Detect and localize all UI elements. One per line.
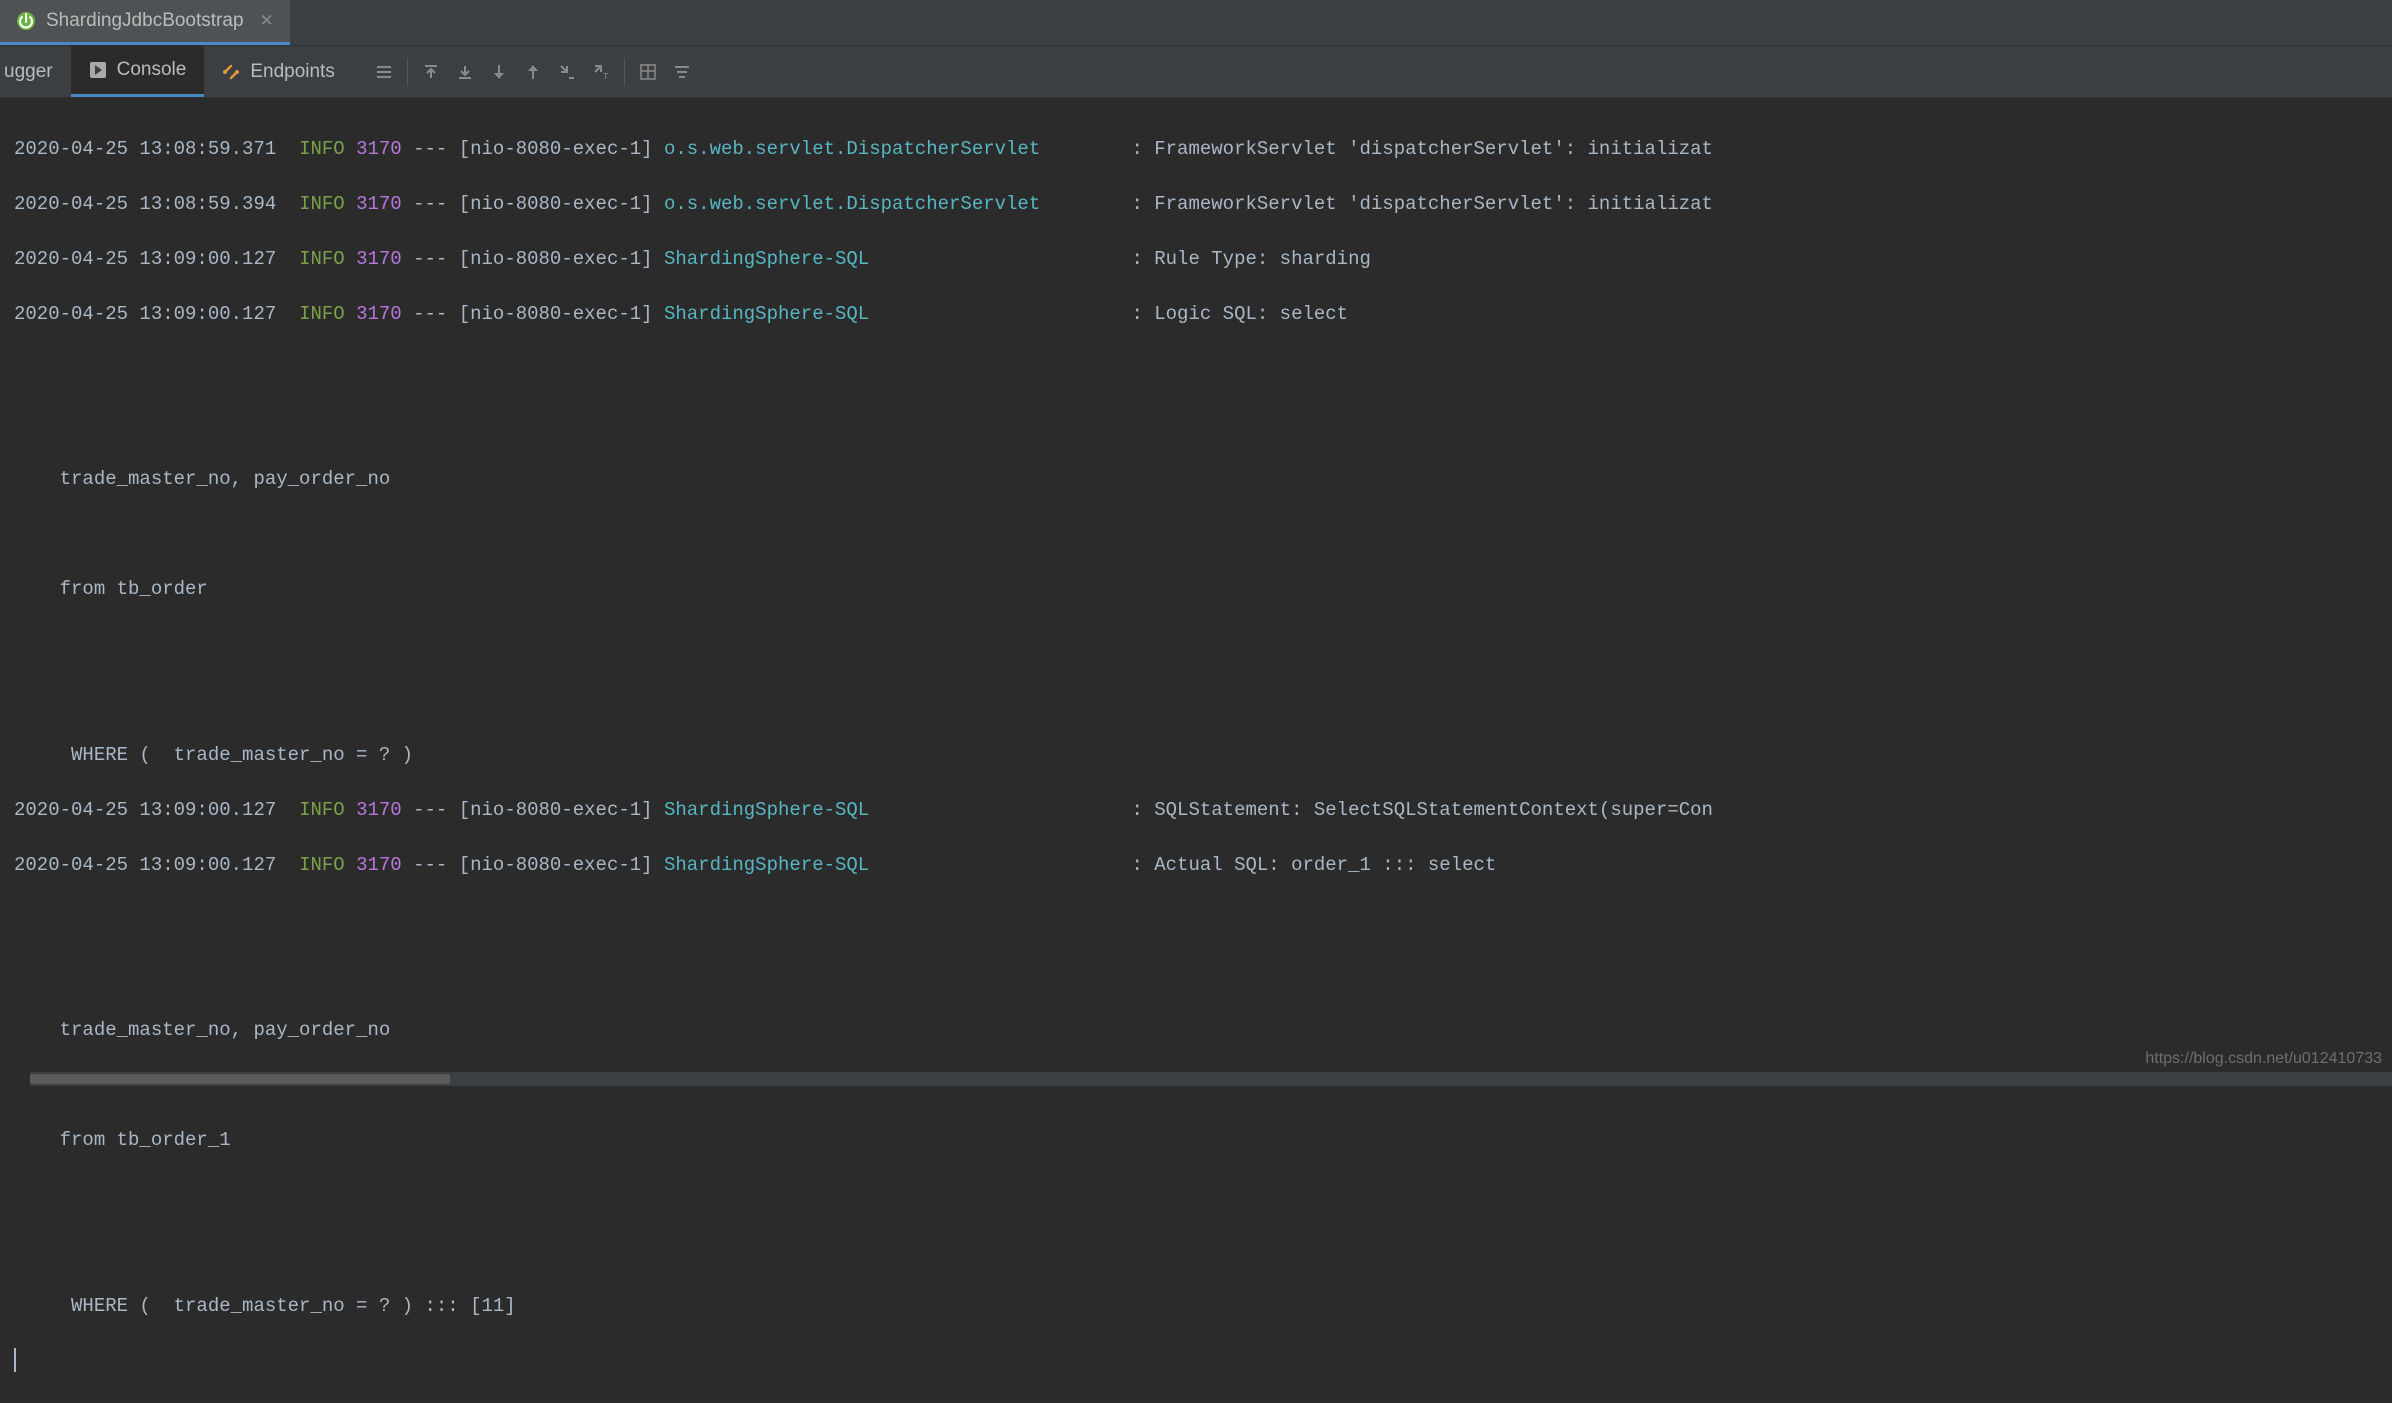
file-tab-title: ShardingJdbcBootstrap xyxy=(46,10,244,32)
watermark-text: https://blog.csdn.net/u012410733 xyxy=(2145,1050,2382,1068)
log-line: 2020-04-25 13:09:00.127 INFO 3170 --- [n… xyxy=(14,246,2392,274)
blank-line xyxy=(14,962,2392,990)
log-line: 2020-04-25 13:09:00.127 INFO 3170 --- [n… xyxy=(14,797,2392,825)
sql-line: trade_master_no, pay_order_no xyxy=(14,466,2392,494)
play-icon xyxy=(89,61,107,79)
endpoints-icon xyxy=(222,63,240,81)
arrow-down-open-icon[interactable] xyxy=(448,46,482,98)
tab-endpoints[interactable]: Endpoints xyxy=(204,46,353,97)
sql-line: WHERE ( trade_master_no = ? ) xyxy=(14,742,2392,770)
log-line: 2020-04-25 13:09:00.127 INFO 3170 --- [n… xyxy=(14,852,2392,880)
console-output[interactable]: 2020-04-25 13:08:59.371 INFO 3170 --- [n… xyxy=(0,98,2392,1403)
blank-line xyxy=(14,411,2392,439)
debugger-label: ugger xyxy=(4,61,53,83)
sql-line: from tb_order_1 xyxy=(14,1127,2392,1155)
endpoints-label: Endpoints xyxy=(250,61,335,83)
blank-line xyxy=(14,521,2392,549)
separator xyxy=(624,58,625,86)
editor-tabs-bar: ShardingJdbcBootstrap ✕ xyxy=(0,0,2392,46)
sql-line: WHERE ( trade_master_no = ? ) ::: [11] xyxy=(14,1293,2392,1321)
caret-line xyxy=(14,1348,2392,1376)
text-caret xyxy=(14,1348,16,1372)
blank-line xyxy=(14,356,2392,384)
file-tab-shardingjdbcbootstrap[interactable]: ShardingJdbcBootstrap ✕ xyxy=(0,0,290,45)
close-icon[interactable]: ✕ xyxy=(254,11,274,31)
scroll-to-top-icon[interactable] xyxy=(414,46,448,98)
sql-line: from tb_order xyxy=(14,576,2392,604)
table-icon[interactable] xyxy=(631,46,665,98)
soft-wrap-icon[interactable] xyxy=(367,46,401,98)
log-line: 2020-04-25 13:08:59.394 INFO 3170 --- [n… xyxy=(14,191,2392,219)
step-into-icon[interactable] xyxy=(550,46,584,98)
svg-text:T: T xyxy=(603,72,609,82)
arrow-down-solid-icon[interactable] xyxy=(482,46,516,98)
arrow-up-solid-icon[interactable] xyxy=(516,46,550,98)
tab-debugger[interactable]: ugger xyxy=(0,46,71,97)
separator xyxy=(407,58,408,86)
horizontal-scrollbar[interactable] xyxy=(30,1072,2392,1086)
debug-toolbar: ugger Console Endpoints xyxy=(0,46,2392,98)
blank-line xyxy=(14,1237,2392,1265)
spring-boot-icon xyxy=(16,11,36,31)
console-label: Console xyxy=(117,59,187,81)
blank-line xyxy=(14,686,2392,714)
log-line: 2020-04-25 13:08:59.371 INFO 3170 --- [n… xyxy=(14,136,2392,164)
log-line: 2020-04-25 13:09:00.127 INFO 3170 --- [n… xyxy=(14,301,2392,329)
blank-line xyxy=(14,907,2392,935)
sql-line: trade_master_no, pay_order_no xyxy=(14,1017,2392,1045)
toolbar-icon-group: T xyxy=(353,46,699,97)
step-out-icon[interactable]: T xyxy=(584,46,618,98)
blank-line xyxy=(14,631,2392,659)
scrollbar-thumb[interactable] xyxy=(30,1074,450,1084)
filter-icon[interactable] xyxy=(665,46,699,98)
tab-console[interactable]: Console xyxy=(71,46,205,97)
blank-line xyxy=(14,1182,2392,1210)
